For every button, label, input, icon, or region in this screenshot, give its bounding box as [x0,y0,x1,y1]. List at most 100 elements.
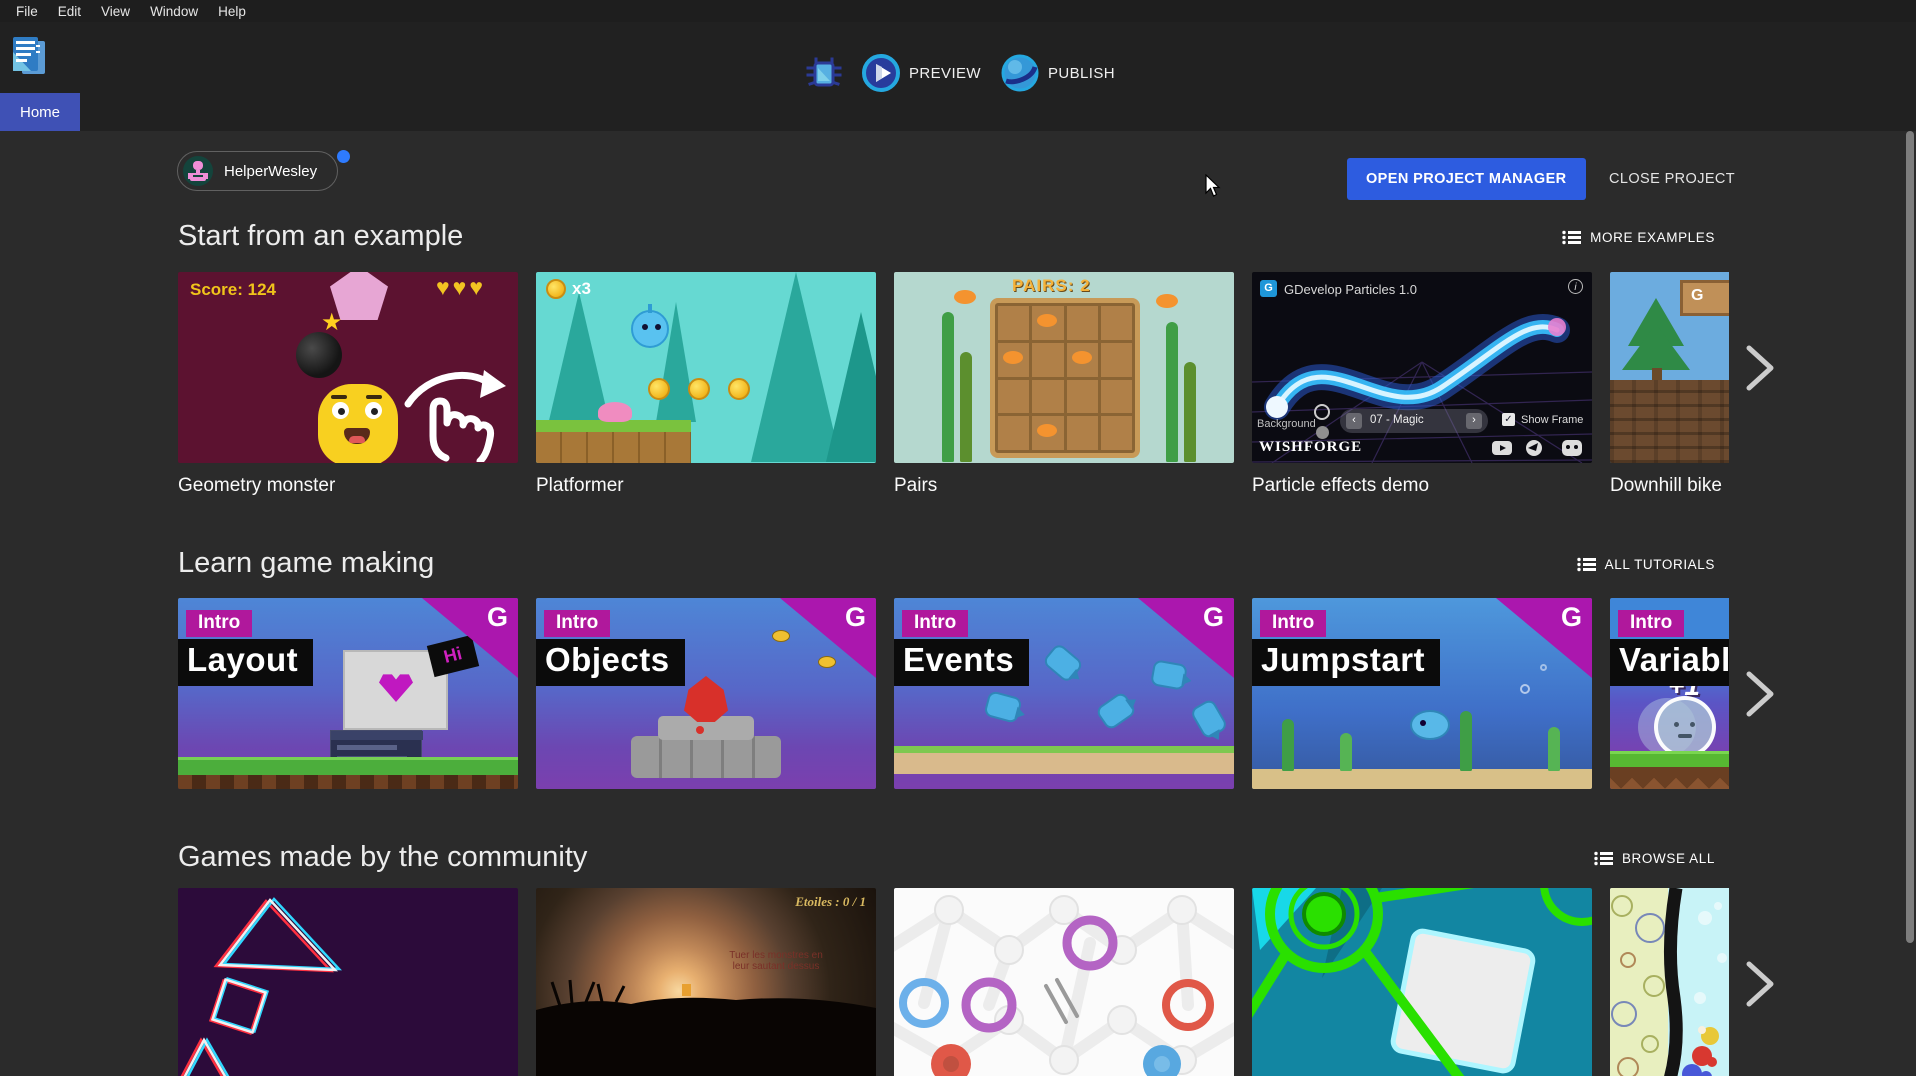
menu-edit[interactable]: Edit [48,4,91,19]
preview-button[interactable]: PREVIEW [862,54,981,92]
tutorial-card-events[interactable]: G Intro Events [894,598,1234,789]
tutorial-title: Jumpstart [1252,639,1440,686]
hint-line: Tuer les monstres en [706,950,846,961]
sign-text: G [1691,287,1703,304]
debug-icon[interactable] [806,55,842,91]
seaweed [1184,362,1196,462]
social-icons[interactable] [1492,439,1584,457]
card-label[interactable]: Geometry monster [178,475,526,497]
tutorial-title: Layout [178,639,313,686]
publish-label: PUBLISH [1048,65,1115,82]
example-card-particles[interactable]: G GDevelop Particles 1.0 i Background ‹ … [1252,272,1592,463]
browse-all-link[interactable]: BROWSE ALL [1594,851,1715,866]
intro-tag: Intro [1618,610,1684,637]
card-label[interactable]: Downhill bike [1610,475,1729,497]
community-card-neon-rings[interactable] [1252,888,1592,1076]
background-swatch[interactable] [1314,404,1330,420]
background-label: Background [1257,418,1316,430]
seaweed [1548,727,1560,771]
example-card-pairs[interactable]: PAIRS: 2 [894,272,1234,463]
tutorial-card-objects[interactable]: G Intro Objects [536,598,876,789]
coin-icon [648,378,670,400]
dirt-spikes [1610,767,1729,789]
seaweed [1340,733,1352,771]
heart-sprite [379,672,413,702]
swipe-hand-icon [400,364,512,462]
show-frame-checkbox[interactable]: ✓ [1502,413,1515,426]
tutorial-card-variables[interactable]: +1 G Intro Variables [1610,598,1729,789]
user-profile-chip[interactable]: HelperWesley [177,151,338,191]
next-arrow-icon[interactable]: › [1466,413,1482,429]
examples-card-row: Score: 124 ♥♥♥ ★ [178,272,1729,463]
publish-button[interactable]: PUBLISH [1001,54,1115,92]
menu-window[interactable]: Window [140,4,208,19]
gdevelop-logo: G [845,602,866,633]
player-character [631,310,669,348]
home-page: HelperWesley OPEN PROJECT MANAGER CLOSE … [0,131,1916,1076]
toolbar: PREVIEW PUBLISH Home [0,22,1916,131]
effect-name: 07 - Magic [1370,414,1424,426]
menu-view[interactable]: View [91,4,140,19]
list-icon [1577,557,1596,572]
community-card-glitch-shapes[interactable] [178,888,518,1076]
example-card-geometry-monster[interactable]: Score: 124 ♥♥♥ ★ [178,272,518,463]
community-card-bubbles[interactable] [1610,888,1729,1076]
open-project-manager-button[interactable]: OPEN PROJECT MANAGER [1347,158,1586,200]
prev-arrow-icon[interactable]: ‹ [1346,413,1362,429]
seaweed [942,312,954,462]
community-next-chevron[interactable] [1741,958,1777,1010]
example-card-downhill-bike[interactable]: G [1610,272,1729,463]
close-project-button[interactable]: CLOSE PROJECT [1595,158,1749,200]
community-card-row: Etoiles : 0 / 1 Tuer les monstres en leu… [178,888,1729,1076]
examples-next-chevron[interactable] [1741,342,1777,394]
gdevelop-logo-badge: G [1260,280,1277,297]
username-label: HelperWesley [224,163,317,180]
intro-tag: Intro [544,610,610,637]
intro-tag: Intro [186,610,252,637]
effect-selector[interactable]: ‹ 07 - Magic › [1340,409,1488,433]
show-frame-label: Show Frame [1521,414,1583,426]
menu-file[interactable]: File [6,4,48,19]
bubbles-art [1610,888,1729,1076]
grass-platform [536,420,691,463]
gdevelop-logo: G [1561,602,1582,633]
hex-lattice-art [894,888,1234,1076]
bomb-icon [296,332,342,378]
silhouette-ground [536,978,876,1076]
sand-strip [1252,769,1592,789]
community-card-hex-puzzle[interactable] [894,888,1234,1076]
mouse-cursor [1205,174,1223,198]
background-swatch[interactable] [1316,426,1329,439]
robot-avatar-icon [187,160,209,182]
avatar [183,156,213,186]
pine-tree [826,312,876,462]
example-card-platformer[interactable]: x3 [536,272,876,463]
project-manager-icon[interactable] [11,36,47,78]
gdevelop-logo: G [487,602,508,633]
card-label[interactable]: Platformer [536,475,884,497]
fish-icon [954,290,976,304]
intro-tag: Intro [1260,610,1326,637]
all-tutorials-link[interactable]: ALL TUTORIALS [1577,557,1715,572]
publish-globe-icon [1001,54,1039,92]
tab-home[interactable]: Home [0,93,80,131]
notification-dot [337,150,350,163]
ghost-character [1654,696,1716,758]
tutorials-next-chevron[interactable] [1741,668,1777,720]
card-label[interactable]: Particle effects demo [1252,475,1600,497]
vertical-scrollbar[interactable] [1906,131,1914,943]
menu-help[interactable]: Help [208,4,256,19]
coin-counter: x3 [572,279,591,299]
hint-line: leur sautant dessus [706,961,846,972]
dirt-strip [178,775,518,789]
info-icon[interactable]: i [1568,279,1583,294]
menu-bar: File Edit View Window Help [0,0,1916,22]
community-card-sunset[interactable]: Etoiles : 0 / 1 Tuer les monstres en leu… [536,888,876,1076]
tutorial-card-jumpstart[interactable]: G Intro Jumpstart [1252,598,1592,789]
examples-label-row: Geometry monster Platformer Pairs Partic… [178,475,1729,501]
more-examples-link[interactable]: MORE EXAMPLES [1562,230,1715,245]
particles-demo-title: GDevelop Particles 1.0 [1284,282,1417,297]
tutorial-card-layout[interactable]: Hi G Intro Layout [178,598,518,789]
fish-icon [1095,691,1138,732]
card-label[interactable]: Pairs [894,475,1242,497]
